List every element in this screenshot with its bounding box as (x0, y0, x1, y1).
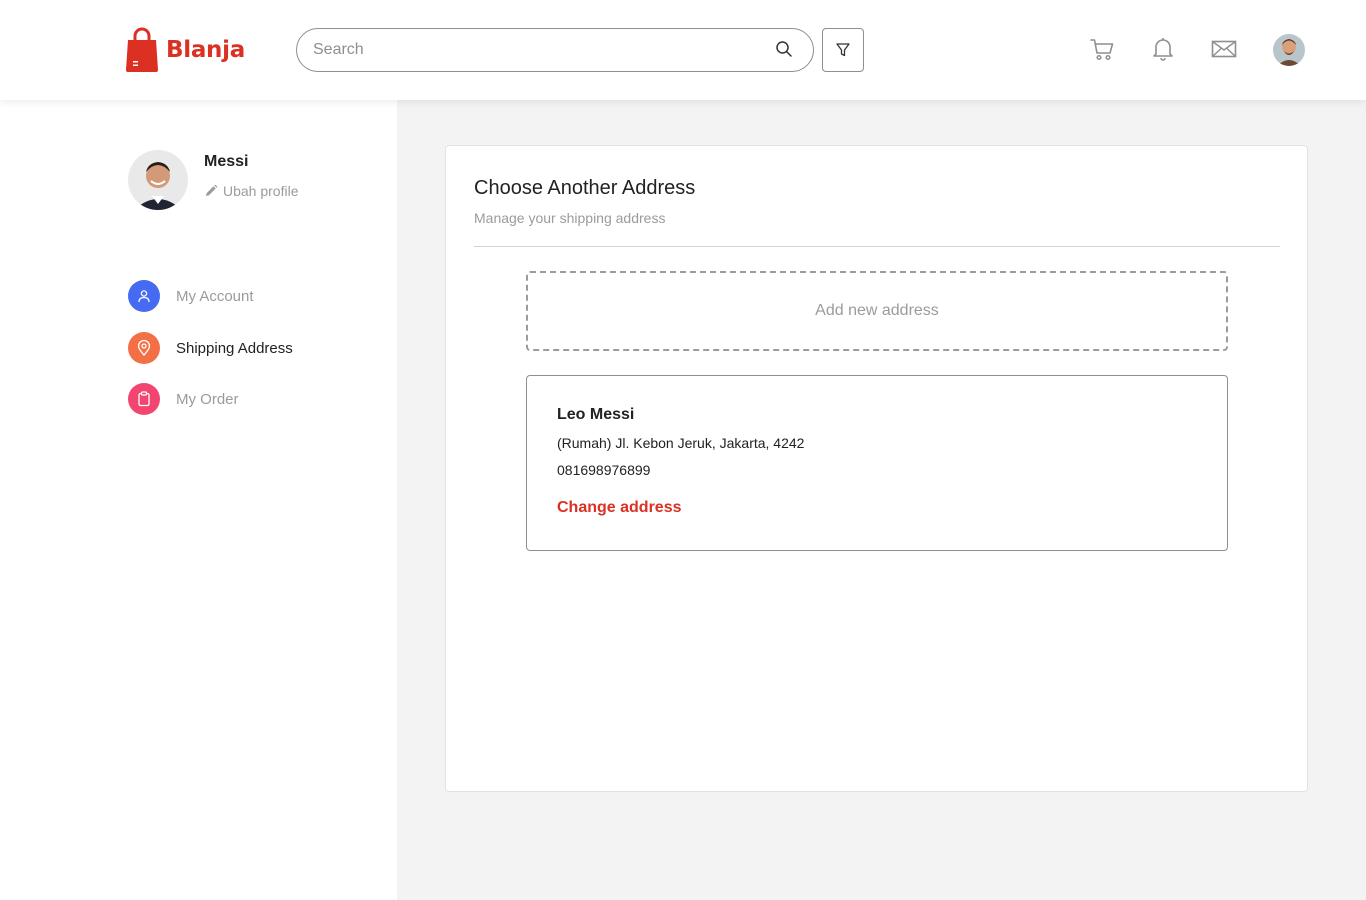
top-header: Blanja (0, 0, 1366, 100)
search-icon[interactable] (775, 40, 793, 58)
address-item[interactable]: Leo Messi (Rumah) Jl. Kebon Jeruk, Jakar… (526, 375, 1228, 551)
location-pin-icon (128, 332, 160, 364)
sidebar-item-label: My Account (176, 287, 254, 305)
address-recipient-name: Leo Messi (557, 406, 635, 423)
profile-name: Messi (204, 153, 249, 170)
address-card-panel: Choose Another Address Manage your shipp… (445, 145, 1308, 792)
edit-profile-link[interactable]: Ubah profile (204, 183, 299, 199)
avatar[interactable] (1273, 34, 1305, 66)
address-detail: (Rumah) Jl. Kebon Jeruk, Jakarta, 4242 (557, 435, 805, 451)
bag-logo-icon (126, 27, 158, 72)
sidebar-item-shipping-address[interactable]: Shipping Address (128, 332, 293, 364)
profile-photo (128, 150, 188, 210)
brand-logo[interactable]: Blanja (125, 27, 245, 73)
sidebar-item-my-order[interactable]: My Order (128, 383, 239, 415)
edit-profile-label: Ubah profile (223, 183, 299, 199)
brand-name: Blanja (166, 37, 245, 63)
page-subtitle: Manage your shipping address (474, 210, 666, 226)
sidebar: Messi Ubah profile My Account Shipping A… (0, 100, 397, 900)
pencil-icon (206, 184, 218, 196)
sidebar-item-label: My Order (176, 390, 239, 408)
search-bar (296, 28, 814, 72)
change-address-link[interactable]: Change address (557, 499, 681, 517)
mail-icon[interactable] (1211, 36, 1237, 62)
address-phone: 081698976899 (557, 462, 651, 478)
filter-button[interactable] (822, 28, 864, 72)
sidebar-item-my-account[interactable]: My Account (128, 280, 254, 312)
add-new-address-button[interactable]: Add new address (526, 271, 1228, 351)
sidebar-item-label: Shipping Address (176, 339, 293, 357)
search-input[interactable] (313, 39, 753, 61)
page-title: Choose Another Address (474, 177, 696, 199)
profile-avatar (128, 150, 188, 210)
divider (474, 246, 1280, 247)
user-icon (128, 280, 160, 312)
cart-icon[interactable] (1089, 36, 1115, 62)
bell-icon[interactable] (1150, 36, 1176, 62)
filter-icon (836, 43, 850, 57)
clipboard-icon (128, 383, 160, 415)
avatar-image (1273, 34, 1305, 66)
